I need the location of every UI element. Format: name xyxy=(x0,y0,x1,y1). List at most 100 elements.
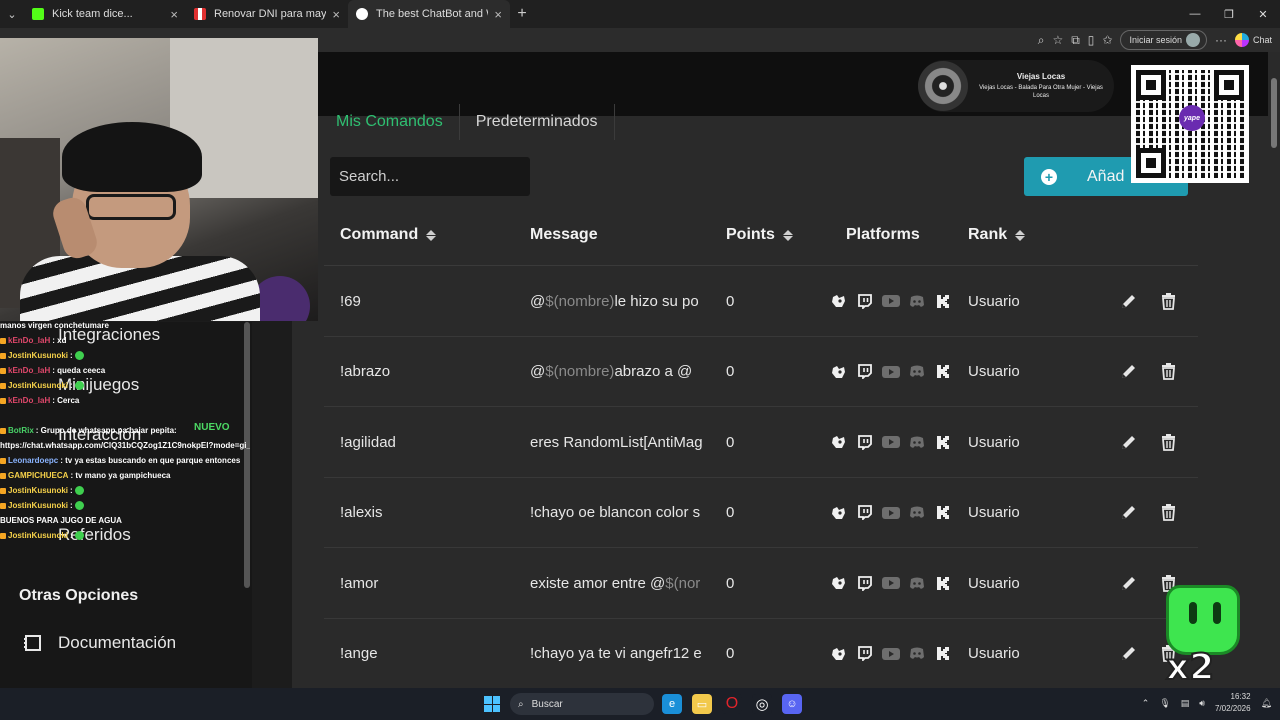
tab-close-icon[interactable]: × xyxy=(170,7,178,22)
file-explorer-icon[interactable]: ▭ xyxy=(692,694,712,714)
tray-chevron-icon[interactable]: ⌃ xyxy=(1142,698,1150,709)
obs-icon[interactable]: ◎ xyxy=(752,694,772,714)
platforms-cell xyxy=(830,478,960,548)
stream-chat-overlay: manos virgen conchetumare kEnDo_laH : xd J… xyxy=(0,318,250,543)
chat-badge-icon xyxy=(0,352,6,359)
favorite-star-icon[interactable]: ☆ xyxy=(1052,33,1063,47)
header-rank[interactable]: Rank xyxy=(968,226,1026,244)
chat-badge-icon xyxy=(0,487,6,494)
header-command[interactable]: Command xyxy=(340,226,437,244)
taskbar-search[interactable]: ⌕ Buscar xyxy=(510,693,654,715)
message-cell: @ $(nombre) abrazo a @ xyxy=(530,337,712,407)
message-cell: !chayo oe blancon color s xyxy=(530,478,712,548)
commands-table: Command Message Points Platforms Rank !6… xyxy=(324,206,1198,689)
search-input[interactable] xyxy=(330,157,530,196)
chat-badge-icon xyxy=(0,472,6,479)
restore-icon[interactable]: ❐ xyxy=(1212,0,1246,28)
chat-username: JostinKusunoki xyxy=(8,486,69,495)
edit-pencil-icon[interactable] xyxy=(1118,362,1138,382)
microphone-icon[interactable]: 🎙︎ xyxy=(1159,698,1170,709)
zoom-icon[interactable]: ⌕ xyxy=(1038,33,1045,48)
chat-badge-icon xyxy=(0,367,6,374)
table-header: Command Message Points Platforms Rank xyxy=(324,206,1198,266)
chat-message: Leonardoepc : tv ya estas buscando en qu… xyxy=(0,453,250,468)
rank-cell: Usuario xyxy=(968,645,1020,662)
table-row: !abrazo @ $(nombre) abrazo a @ 0 Usuario xyxy=(324,337,1198,407)
copilot-chat-button[interactable]: Chat xyxy=(1234,33,1272,47)
chat-text: : queda ceeca xyxy=(52,366,106,375)
split-screen-icon[interactable]: ▯ xyxy=(1088,33,1095,47)
browser-tab-dni[interactable]: Renovar DNI para mayores de 17 / × xyxy=(186,0,348,28)
taskbar-clock[interactable]: 16:32 7/02/2026 xyxy=(1215,691,1251,715)
tab-mis-comandos[interactable]: Mis Comandos xyxy=(320,104,460,140)
close-window-icon[interactable]: ✕ xyxy=(1246,0,1280,28)
youtube-icon xyxy=(882,575,900,591)
points-cell: 0 xyxy=(726,292,735,310)
chat-message: JostinKusunoki : xyxy=(0,378,250,393)
signin-label: Iniciar sesión xyxy=(1129,35,1182,45)
discord-icon xyxy=(908,646,926,662)
signin-button[interactable]: Iniciar sesión xyxy=(1120,30,1207,50)
delete-trash-icon[interactable] xyxy=(1158,291,1178,311)
chat-badge-icon xyxy=(0,337,6,344)
now-playing-title: Viejas Locas xyxy=(1016,71,1066,81)
header-platforms: Platforms xyxy=(846,226,920,244)
chat-username: Leonardoepc xyxy=(8,456,59,465)
youtube-icon xyxy=(882,364,900,380)
network-icon[interactable]: ▤ xyxy=(1181,698,1190,709)
header-label: Command xyxy=(340,226,419,243)
platforms-cell xyxy=(830,407,960,477)
chat-text: : xyxy=(70,501,73,510)
botrix-icon xyxy=(830,505,848,521)
rank-cell: Usuario xyxy=(968,292,1020,310)
edge-icon[interactable]: e xyxy=(662,694,682,714)
edit-pencil-icon[interactable] xyxy=(1118,573,1138,593)
opera-icon[interactable]: O xyxy=(722,694,742,714)
chat-message: https://chat.whatsapp.com/ClQ31bCQZog1Z1… xyxy=(0,438,250,453)
edit-pencil-icon[interactable] xyxy=(1118,503,1138,523)
chat-message: BUENOS PARA JUGO DE AGUA xyxy=(0,513,250,528)
chat-message: kEnDo_laH : xd xyxy=(0,333,250,348)
scrollbar-thumb[interactable] xyxy=(1271,78,1277,148)
extensions-icon[interactable]: ⧉ xyxy=(1071,33,1080,48)
tab-predeterminados[interactable]: Predeterminados xyxy=(460,104,615,140)
notification-icon[interactable]: 🔔︎ xyxy=(1261,698,1272,709)
header-points[interactable]: Points xyxy=(726,226,793,244)
table-row: !ange !chayo ya te vi angefr12 e 0 Usuario xyxy=(324,619,1198,689)
chat-text: : Cerca xyxy=(52,396,80,405)
kick-icon xyxy=(934,434,952,450)
tab-close-icon[interactable]: × xyxy=(494,7,502,22)
delete-trash-icon[interactable] xyxy=(1158,362,1178,382)
header-label: Points xyxy=(726,226,775,243)
delete-trash-icon[interactable] xyxy=(1158,503,1178,523)
command-cell: !abrazo xyxy=(340,363,391,380)
edit-pencil-icon[interactable] xyxy=(1118,644,1138,664)
tab-close-icon[interactable]: × xyxy=(332,7,340,22)
browser-tab-kick[interactable]: Kick team dice... × xyxy=(24,0,186,28)
delete-trash-icon[interactable] xyxy=(1158,432,1178,452)
chat-badge-icon xyxy=(0,532,6,539)
chat-message: kEnDo_laH : Cerca xyxy=(0,393,250,408)
browser-tab-chatbot[interactable]: The best ChatBot and Widgets for × xyxy=(348,0,510,28)
page-scrollbar[interactable] xyxy=(1268,52,1280,688)
edit-pencil-icon[interactable] xyxy=(1118,291,1138,311)
window-controls: — ❐ ✕ xyxy=(1178,0,1280,28)
platforms-cell xyxy=(830,266,960,336)
qr-finder xyxy=(1136,148,1166,178)
header-label: Platforms xyxy=(846,226,920,243)
favorites-icon[interactable]: ✩ xyxy=(1102,33,1112,47)
chat-username: kEnDo_laH xyxy=(8,336,51,345)
message-text: le hizo su po xyxy=(614,292,699,310)
sort-icon xyxy=(426,229,437,241)
tab-list-chevron-icon[interactable]: ⌄ xyxy=(0,0,24,28)
minimize-icon[interactable]: — xyxy=(1178,0,1212,28)
volume-icon[interactable]: 🔊︎ xyxy=(1199,698,1205,709)
chat-text: https://chat.whatsapp.com/ClQ31bCQZog1Z1… xyxy=(0,441,250,450)
more-menu-icon[interactable]: ··· xyxy=(1215,33,1227,47)
edit-pencil-icon[interactable] xyxy=(1118,432,1138,452)
message-cell: @ $(nombre) le hizo su po xyxy=(530,266,712,336)
sidebar-item-documentacion[interactable]: Documentación xyxy=(22,633,176,653)
start-button[interactable] xyxy=(484,696,500,712)
discord-app-icon[interactable]: ☺ xyxy=(782,694,802,714)
new-tab-button[interactable]: + xyxy=(510,5,534,23)
